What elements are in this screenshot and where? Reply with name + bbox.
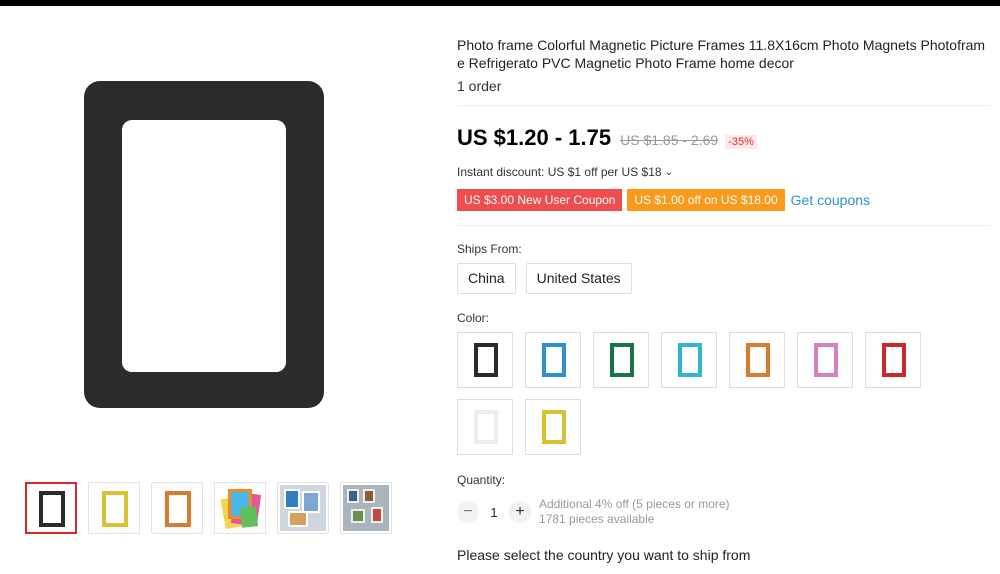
thumbnail-orange-frame[interactable]	[151, 482, 203, 534]
thumb-frame-shape	[165, 491, 191, 527]
store-coupon[interactable]: US $1.00 off on US $18.00	[627, 189, 785, 211]
swatch-frame-shape	[678, 343, 702, 377]
top-bar	[0, 0, 1000, 6]
divider	[457, 225, 990, 226]
new-user-coupon[interactable]: US $3.00 New User Coupon	[457, 189, 623, 211]
color-swatch-orange[interactable]	[729, 332, 785, 388]
bulk-discount-text: Additional 4% off (5 pieces or more)	[539, 497, 730, 511]
quantity-value[interactable]: 1	[479, 505, 509, 520]
color-swatch-pink[interactable]	[797, 332, 853, 388]
instant-discount[interactable]: Instant discount: US $1 off per US $18 ⌄	[457, 165, 673, 179]
thumb-frame-shape	[102, 491, 128, 527]
color-swatch-green[interactable]	[593, 332, 649, 388]
thumbnail-black-frame[interactable]	[25, 482, 77, 534]
order-count: 1 order	[457, 78, 502, 94]
quantity-note: Additional 4% off (5 pieces or more) 178…	[539, 497, 730, 527]
swatch-frame-shape	[814, 343, 838, 377]
chevron-down-icon: ⌄	[664, 166, 673, 178]
thumb-frame-shape	[39, 491, 65, 527]
main-product-image	[84, 81, 324, 408]
swatch-frame-shape	[610, 343, 634, 377]
instant-discount-text: Instant discount: US $1 off per US $18	[457, 165, 662, 179]
ships-from-label: Ships From:	[457, 242, 522, 256]
thumbnail-yellow-frame[interactable]	[88, 482, 140, 534]
swatch-frame-shape	[542, 343, 566, 377]
swatch-frame-shape	[474, 410, 498, 444]
main-frame-window	[122, 120, 286, 372]
ship-option-china[interactable]: China	[457, 263, 516, 294]
product-title: Photo frame Colorful Magnetic Picture Fr…	[457, 37, 986, 71]
color-swatch-yellow[interactable]	[525, 399, 581, 455]
thumbnail-fridge-photos[interactable]	[277, 482, 329, 534]
color-swatches	[457, 332, 937, 455]
color-label: Color:	[457, 311, 490, 325]
color-swatch-red[interactable]	[865, 332, 921, 388]
coupon-row: US $3.00 New User Coupon US $1.00 off on…	[457, 189, 870, 211]
quantity-increase-button[interactable]: +	[509, 501, 531, 523]
price-row: US $1.20 - 1.75 US $1.85 - 2.69 -35%	[457, 125, 757, 151]
original-price: US $1.85 - 2.69	[620, 132, 719, 148]
current-price: US $1.20 - 1.75	[457, 125, 612, 150]
divider	[457, 105, 990, 106]
quantity-decrease-button[interactable]: −	[457, 501, 479, 523]
color-swatch-black[interactable]	[457, 332, 513, 388]
swatch-frame-shape	[542, 410, 566, 444]
thumbnail-strip	[25, 482, 392, 534]
discount-badge: -35%	[725, 135, 757, 149]
thumbnail-kitchen-photos[interactable]	[340, 482, 392, 534]
ship-country-message: Please select the country you want to sh…	[457, 547, 751, 563]
color-swatch-blue[interactable]	[525, 332, 581, 388]
pieces-available-text: 1781 pieces available	[539, 512, 655, 526]
ships-from-options: China United States	[457, 263, 632, 294]
swatch-frame-shape	[746, 343, 770, 377]
quantity-stepper: − 1 + Additional 4% off (5 pieces or mor…	[457, 497, 730, 527]
color-swatch-white[interactable]	[457, 399, 513, 455]
swatch-frame-shape	[882, 343, 906, 377]
thumbnail-colorful-collage[interactable]	[214, 482, 266, 534]
ship-option-united-states[interactable]: United States	[525, 263, 632, 294]
quantity-label: Quantity:	[457, 473, 506, 487]
swatch-frame-shape	[474, 343, 498, 377]
color-swatch-cyan[interactable]	[661, 332, 717, 388]
get-coupons-link[interactable]: Get coupons	[791, 192, 870, 208]
